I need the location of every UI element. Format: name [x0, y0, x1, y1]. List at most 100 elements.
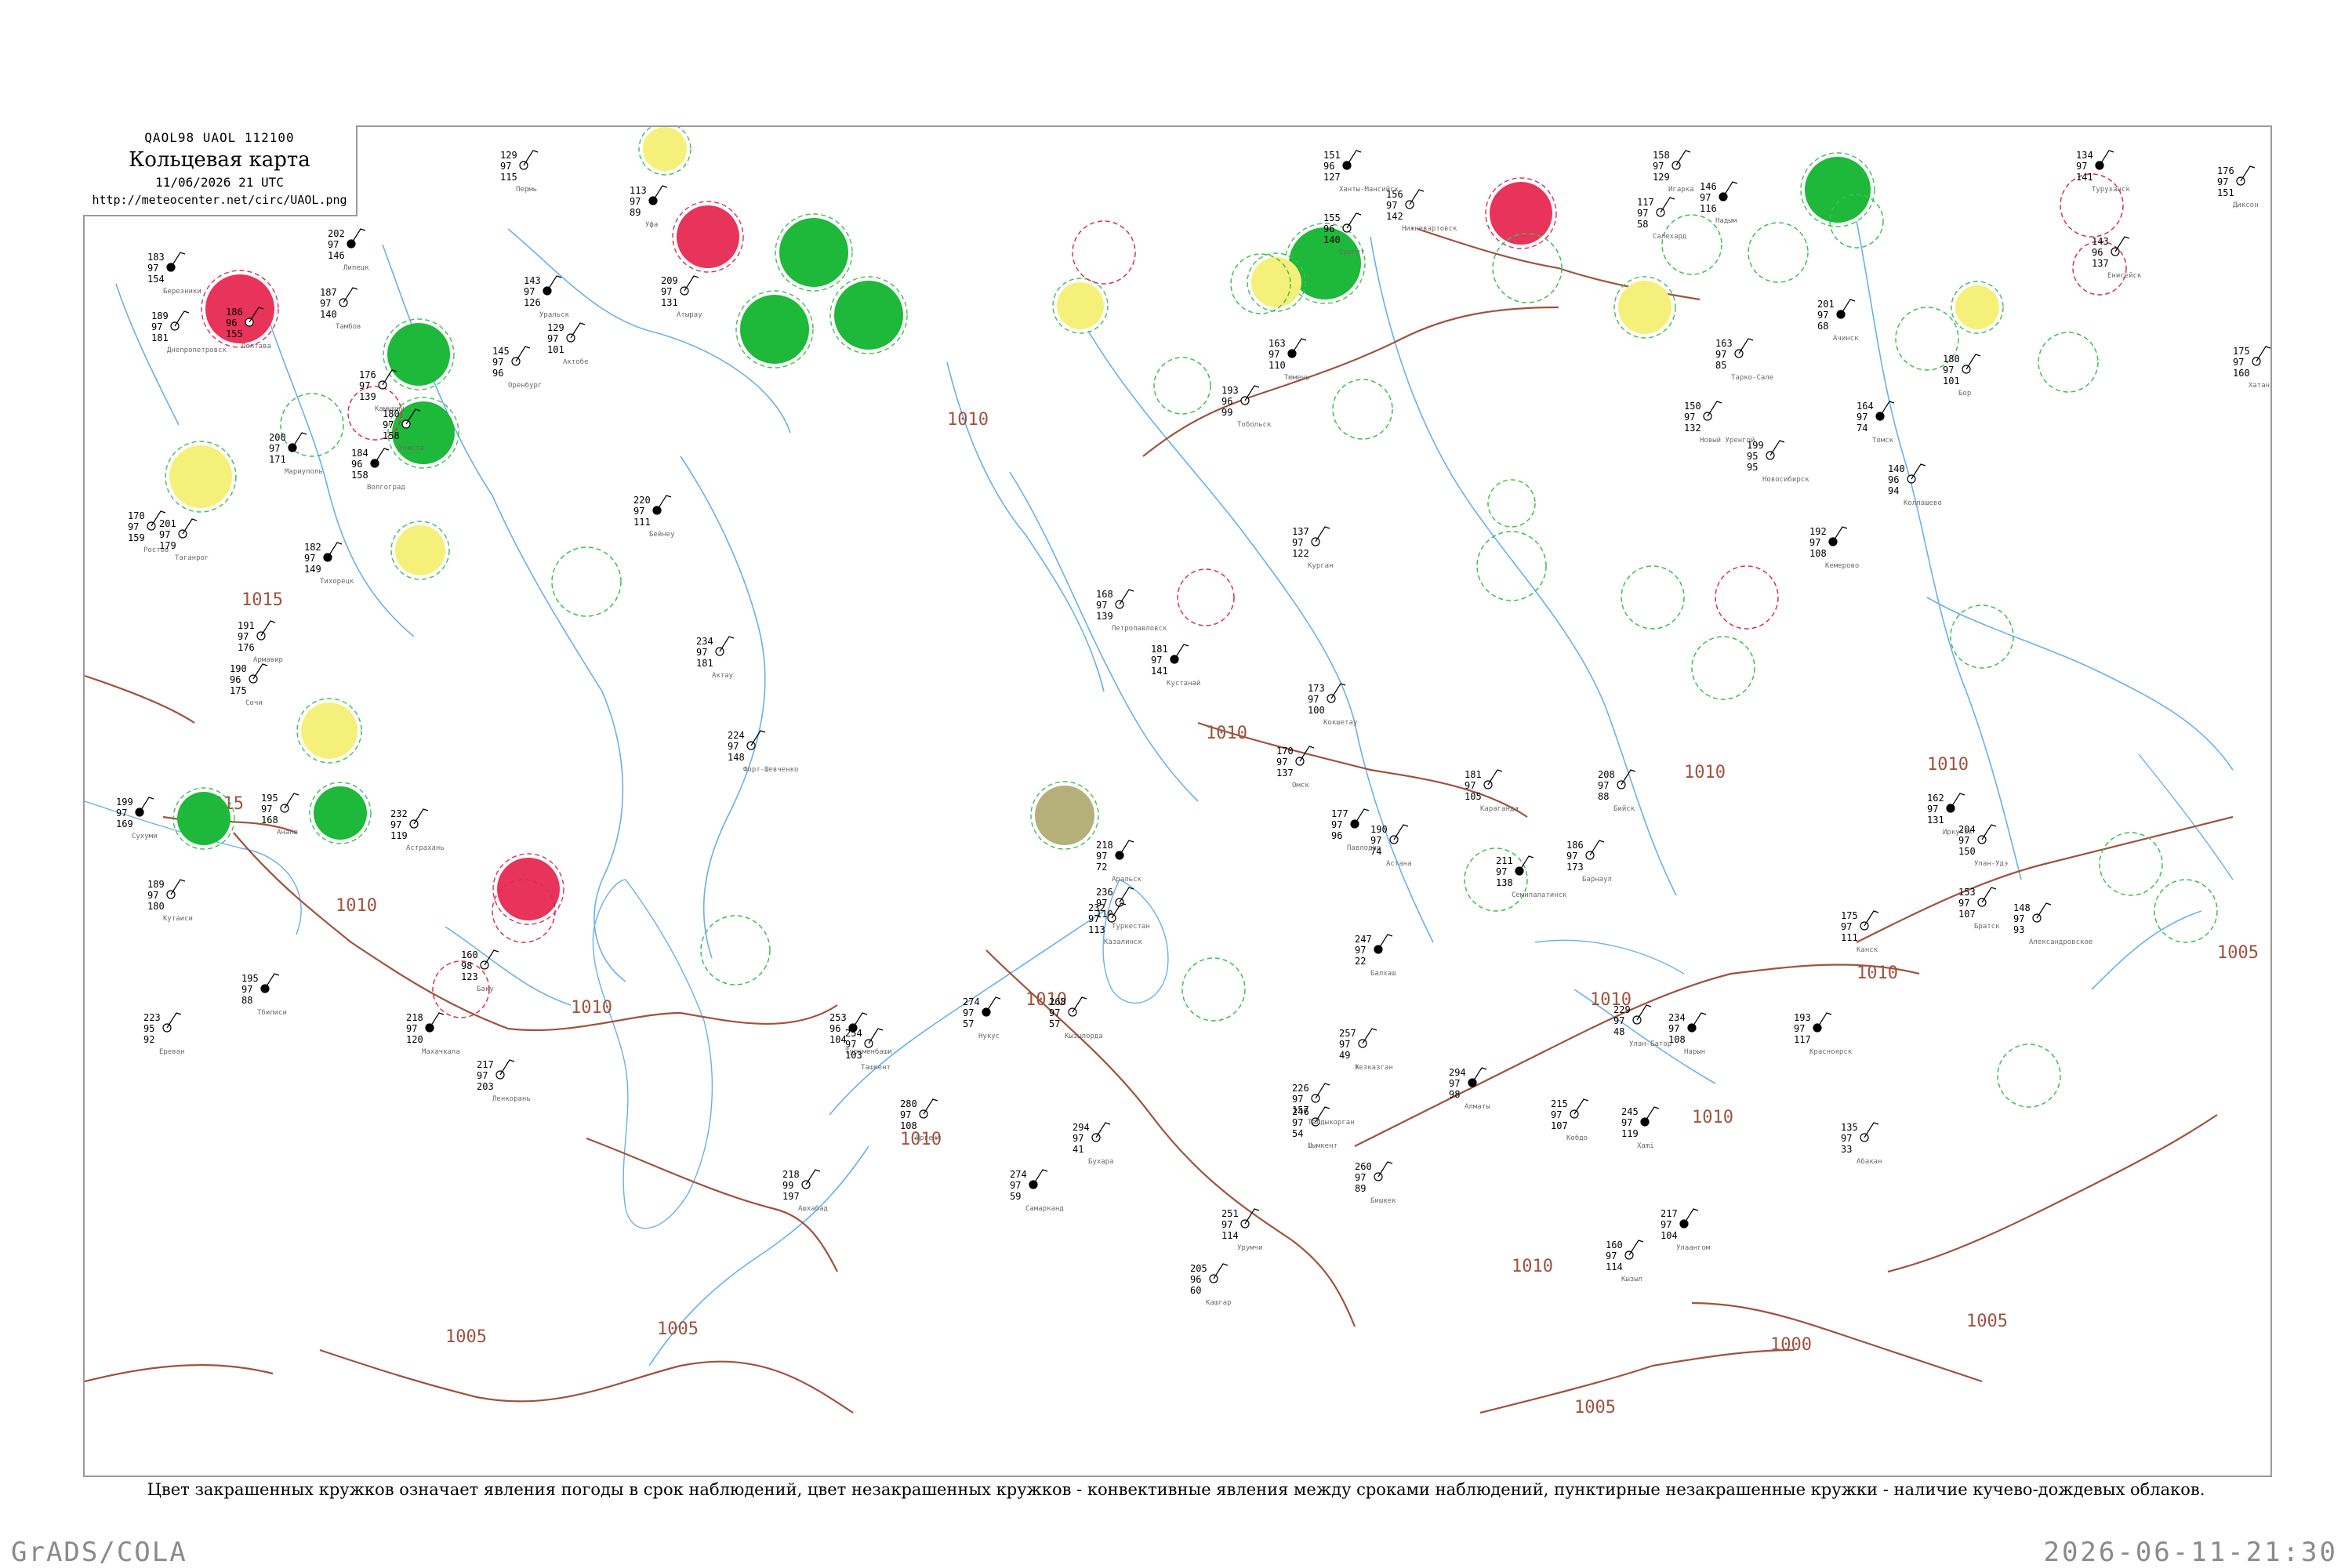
station-plot[interactable]: 1179758 Салехард — [1637, 197, 1686, 241]
station-plot[interactable]: 20197179 Таганрог — [159, 518, 209, 562]
weather-map[interactable]: 1015 1015 1010 1010 1010 1010 1010 1010 … — [85, 127, 2270, 1475]
station-name: Кызыл — [1621, 1276, 1642, 1283]
station-plot[interactable]: 2749757 Нукус — [963, 996, 1001, 1040]
weather-circle-green — [1800, 152, 1875, 227]
station-plot[interactable]: 17097137 Омск — [1276, 746, 1315, 789]
station-plot[interactable]: 2579749 Жезказган — [1339, 1028, 1393, 1072]
station-temperature: 180 — [1943, 354, 1960, 365]
station-plot[interactable]: 17597160 Хатанга — [2233, 346, 2270, 390]
station-plot[interactable]: 13797122 Курган — [1292, 526, 1334, 570]
station-plot[interactable]: 15196127Ханты-Мансийск — [1323, 150, 1399, 194]
station-plot[interactable]: 21197138 Семипалатинск — [1496, 855, 1567, 899]
station-plot[interactable]: 22497148 Форт-Шевченко — [728, 730, 798, 774]
station-plot[interactable]: 19096175 Сочи — [230, 663, 268, 707]
station-humidity: 97 — [1269, 349, 1279, 360]
station-humidity: 97 — [2233, 357, 2244, 368]
station-plot[interactable]: 20097171 Мариуполь — [269, 432, 323, 476]
station-plot[interactable]: 20997131 Атырау — [661, 275, 702, 319]
station-plot[interactable]: 2749759 Самарканд — [1010, 1169, 1064, 1213]
station-plot[interactable]: 2609789 Бишкек — [1355, 1161, 1396, 1205]
station-humidity: 97 — [1088, 913, 1099, 924]
station-plot[interactable]: 18496158 Волгоград — [351, 448, 405, 492]
station-plot[interactable]: 18697173 Барнаул — [1566, 840, 1612, 884]
station-plot[interactable]: 15397107 Братск — [1958, 887, 2000, 931]
station-plot[interactable]: 17397100 Кокшетау — [1308, 683, 1358, 727]
station-plot[interactable]: 1489793 Александровское — [2013, 902, 2092, 946]
phenomenon-fill — [677, 205, 739, 268]
map-source-url[interactable]: http://meteocenter.net/circ/UAOL.png — [83, 193, 356, 207]
station-plot[interactable]: 19297108 Кемерово — [1809, 526, 1859, 570]
station-plot[interactable]: 1459796 Оренбург — [492, 346, 542, 390]
station-plot[interactable]: 15697142 Нижневартовск — [1386, 189, 1457, 233]
station-plot[interactable]: 17697151 Диксон — [2217, 165, 2259, 209]
station-plot[interactable]: 1649774 Томск — [1857, 401, 1895, 445]
station-plot[interactable]: 12997101 Актобе — [547, 322, 589, 366]
station-plot[interactable]: 14397126 Уральск — [524, 275, 570, 319]
station-name: Нарын — [1684, 1048, 1705, 1056]
weather-circle-green — [172, 787, 235, 850]
station-dewpoint: 146 — [328, 250, 345, 261]
station-plot[interactable]: 20297146 Липецк — [328, 228, 369, 272]
station-plot[interactable]: 17597111 Канск — [1841, 910, 1879, 954]
station-plot[interactable]: 18297149 Тихорецк — [304, 542, 354, 586]
station-plot[interactable]: 2059660 Кашгар — [1190, 1263, 1232, 1307]
station-plot[interactable]: 14697116 Надым — [1700, 181, 1738, 225]
station-plot[interactable]: 14396137 Енисейск — [2092, 236, 2142, 280]
station-plot[interactable]: 16097114 Кызыл — [1606, 1240, 1644, 1283]
station-plot[interactable]: 18197105 Караганда — [1465, 769, 1519, 813]
station-plot[interactable]: 18397154 Березники — [147, 252, 201, 296]
station-plot[interactable]: 23297119 Астрахань — [390, 808, 445, 852]
station-plot[interactable]: 18197141 Кустанай — [1151, 644, 1200, 688]
station-plot[interactable]: 24597119 Хami — [1621, 1106, 1660, 1150]
station-plot[interactable]: 18797140 Тамбов — [320, 287, 361, 331]
station-temperature: 217 — [477, 1059, 494, 1070]
station-dewpoint: 139 — [359, 391, 376, 402]
station-plot[interactable]: 23497108Нарын — [1668, 1012, 1707, 1056]
station-plot[interactable]: 2479722 Балхаш — [1355, 934, 1396, 978]
station-plot[interactable]: 19397117 Красноярск — [1794, 1012, 1853, 1056]
station-plot[interactable]: 2299748 Улан-Батор — [1613, 1004, 1671, 1048]
station-plot[interactable]: 19197176 Армавир — [238, 620, 283, 664]
station-plot[interactable]: 21797203 Ленкорань — [477, 1059, 531, 1103]
station-plot[interactable]: 2689757 Кызылорда — [1049, 996, 1103, 1040]
station-name: Бишкек — [1370, 1197, 1396, 1205]
station-plot[interactable]: 1409694 Колпашево — [1888, 463, 1942, 507]
station-plot[interactable]: 16897139 Петропавловск — [1096, 589, 1167, 633]
station-plot[interactable]: 15897129 Игарка — [1653, 150, 1694, 194]
station-plot[interactable]: 18097101 Бор — [1943, 354, 1981, 397]
station-plot[interactable]: 15097132Новый Уренгой — [1684, 401, 1755, 445]
station-plot[interactable]: 16397110 Тюмень — [1269, 338, 1310, 382]
station-plot[interactable]: 21897120 Махачкала — [406, 1012, 460, 1056]
station-plot[interactable]: 12997115 Пермь — [500, 150, 539, 194]
station-plot[interactable]: 16098123 Баку — [461, 949, 499, 993]
station-plot[interactable]: 1959788 Тбилиси — [241, 973, 287, 1017]
station-plot[interactable]: 2239592 Ереван — [143, 1012, 185, 1056]
station-plot[interactable]: 2949741 Бухара — [1073, 1122, 1114, 1166]
station-plot[interactable]: 1359733 Абакан — [1841, 1122, 1882, 1166]
station-name: Тюмень — [1284, 374, 1310, 382]
station-plot[interactable]: 23497181 Актау — [696, 636, 735, 680]
station-temperature: 137 — [1292, 526, 1309, 537]
station-plot[interactable]: 13497141 Туруханск — [2076, 150, 2130, 194]
station-plot[interactable]: 2019768 Ачинск — [1817, 299, 1859, 343]
station-plot[interactable]: 1999595Новосибирск — [1747, 440, 1809, 484]
isobar-1010-far-east — [1856, 815, 2234, 943]
station-temperature: 236 — [1096, 887, 1113, 898]
station-plot[interactable]: 22097111 Бейнеу — [633, 495, 675, 539]
station-plot[interactable]: 21797104 Улаангом — [1661, 1208, 1711, 1252]
station-name: Кашгар — [1206, 1299, 1232, 1307]
station-plot[interactable]: 20497150 Улан-Удэ — [1958, 824, 2008, 868]
station-plot[interactable]: 1139789 Уфа — [630, 185, 668, 229]
map-caption: Цвет закрашенных кружков означает явлени… — [147, 1480, 2205, 1499]
station-plot[interactable]: 21899197 Ашхабад — [782, 1169, 828, 1213]
station-plot[interactable]: 19597168 Анапа — [261, 793, 299, 837]
station-plot[interactable]: 1639785 Тарко-Сале — [1715, 338, 1773, 382]
station-plot[interactable]: 18997180 Кутаиси — [147, 879, 193, 923]
station-plot[interactable]: 21597107 Кобдо — [1551, 1098, 1589, 1142]
station-temperature: 176 — [2217, 165, 2234, 176]
station-plot[interactable]: 2189772 Аральск — [1096, 840, 1142, 884]
isobar-label: 1005 — [657, 1319, 699, 1339]
station-temperature: 168 — [1096, 589, 1113, 600]
station-humidity: 96 — [1323, 161, 1334, 172]
station-plot[interactable]: 25197114 Урумчи — [1221, 1208, 1263, 1252]
